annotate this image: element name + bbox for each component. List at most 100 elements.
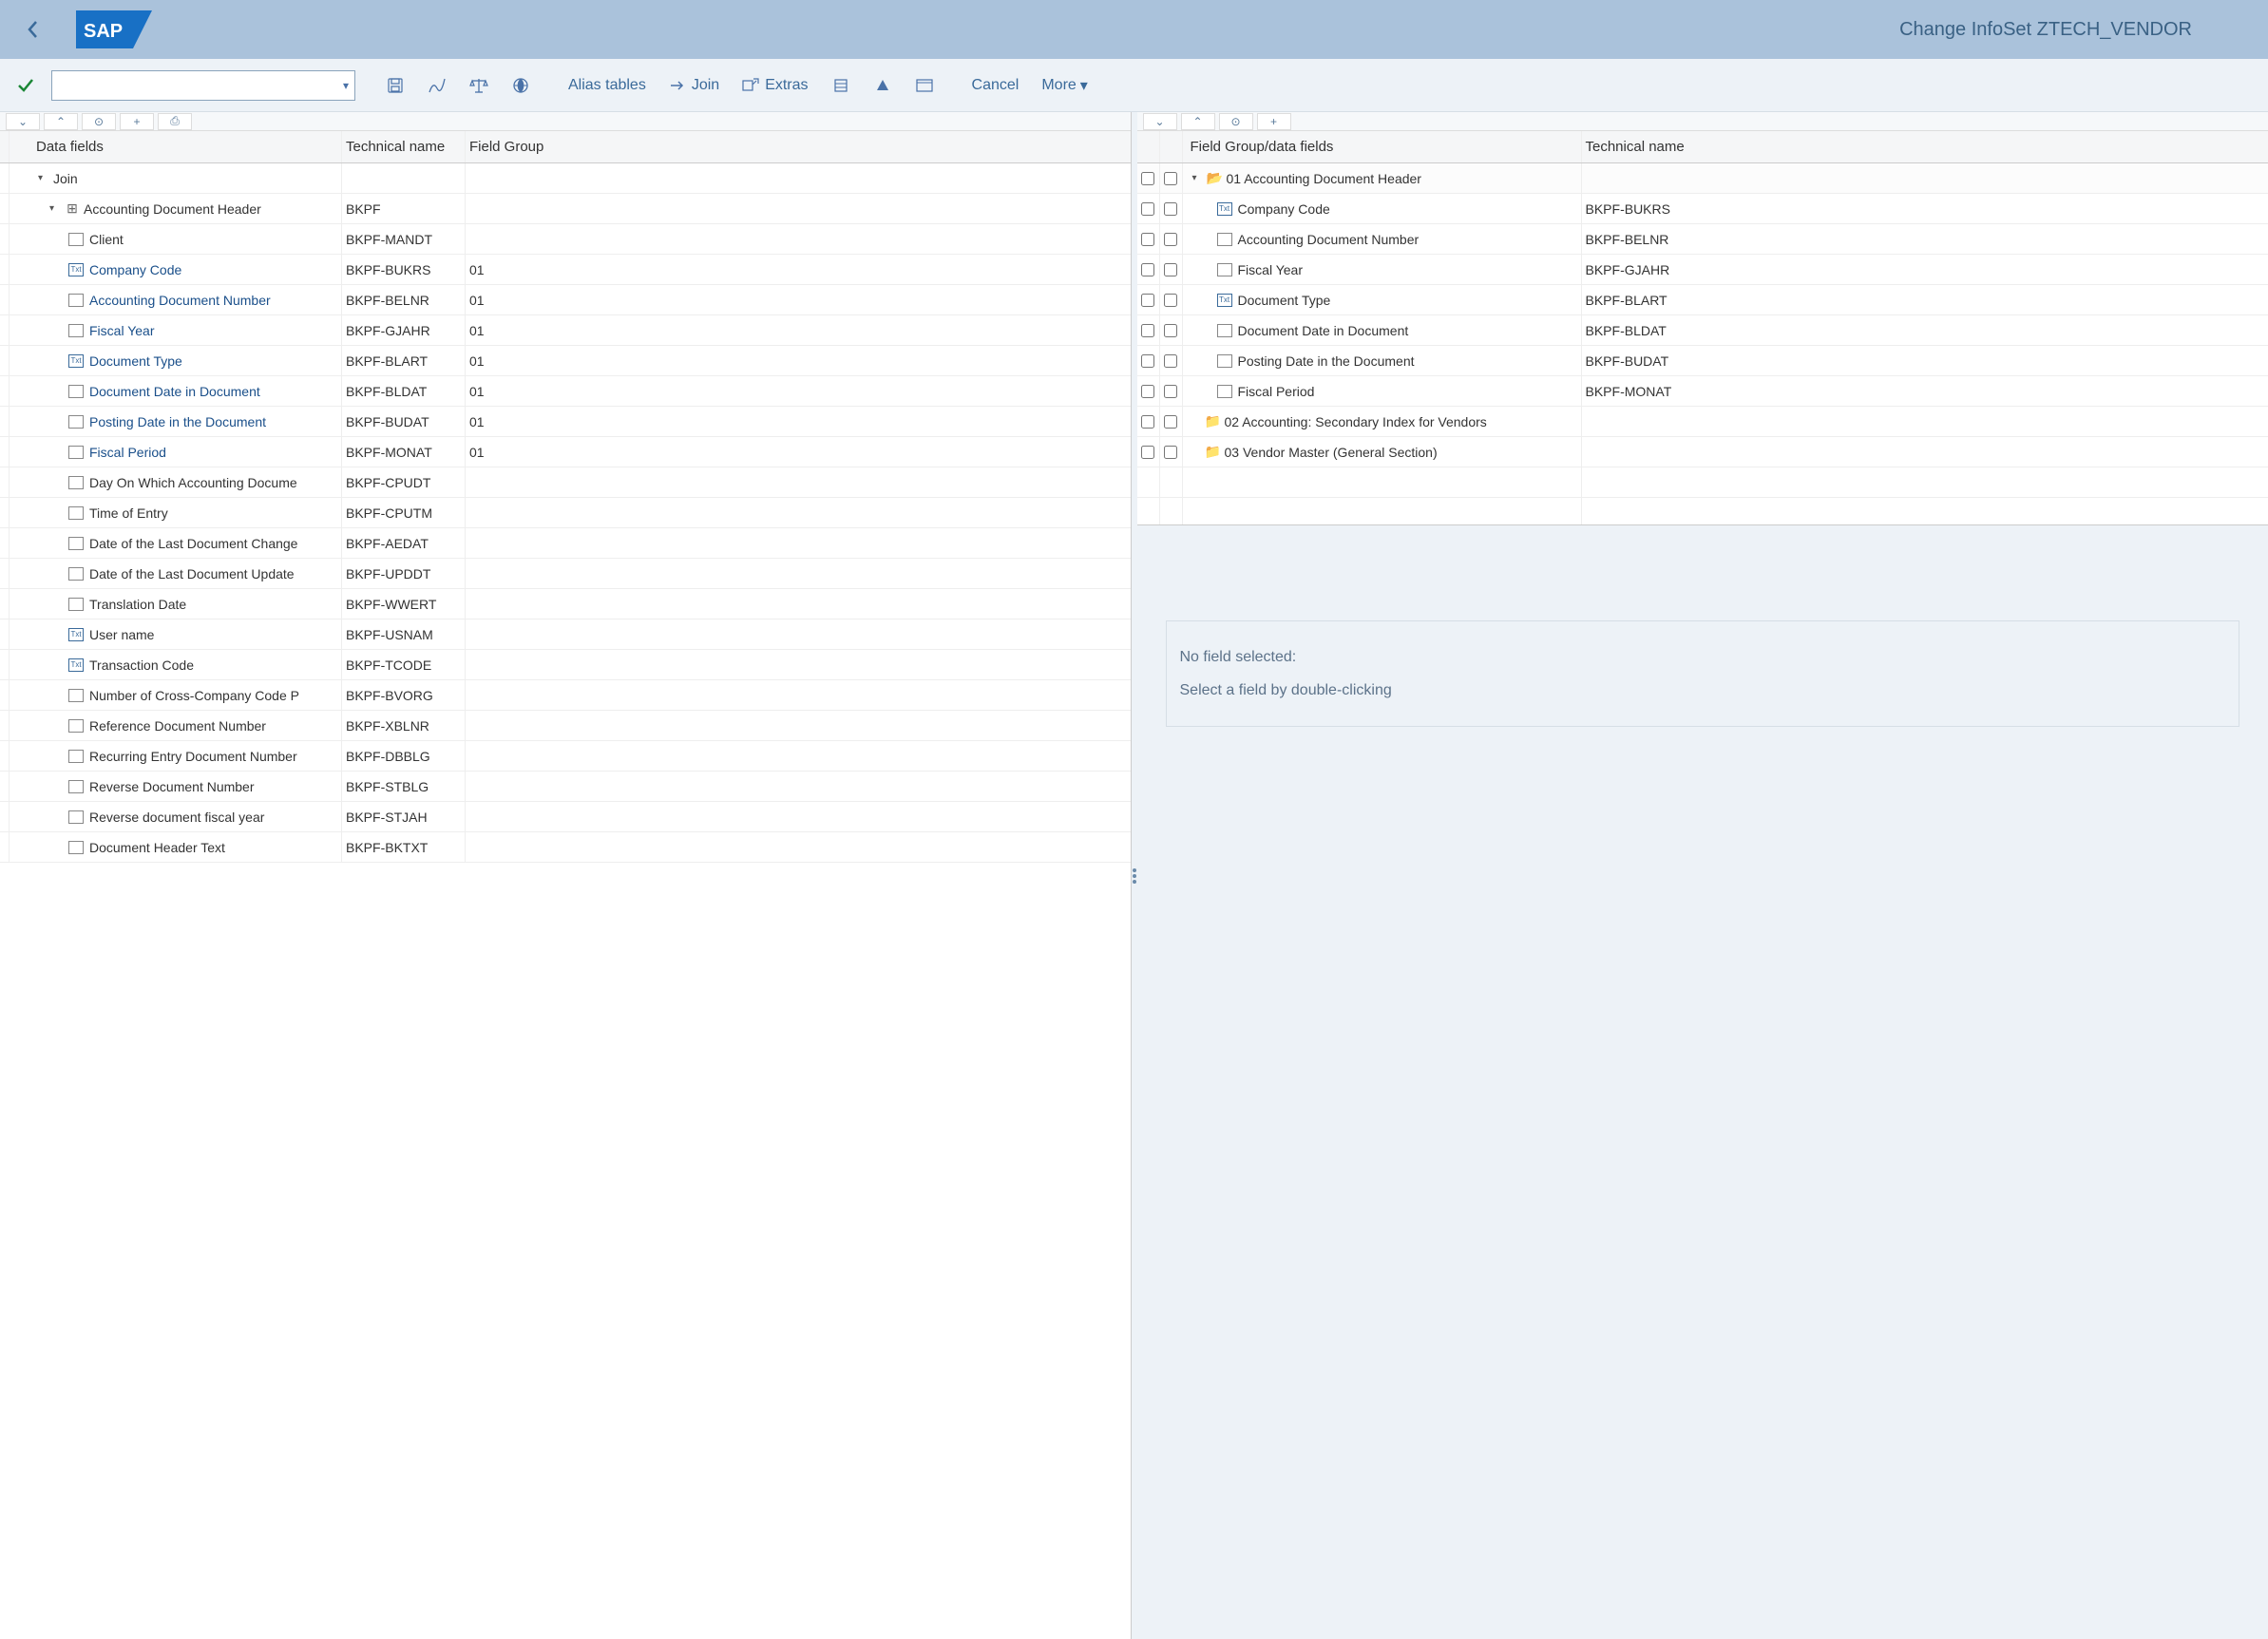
- field-row[interactable]: Reference Document NumberBKPF-XBLNR: [0, 711, 1131, 741]
- checkbox[interactable]: [1164, 172, 1177, 185]
- more-button[interactable]: More ▾: [1034, 76, 1095, 95]
- join-button[interactable]: Join: [661, 68, 727, 103]
- pt-btn[interactable]: +: [120, 113, 154, 130]
- field-row[interactable]: Document Date in DocumentBKPF-BLDAT: [1137, 315, 2268, 346]
- field-label[interactable]: Document Date in Document: [89, 384, 260, 399]
- field-row[interactable]: Reverse Document NumberBKPF-STBLG: [0, 772, 1131, 802]
- filter-icon[interactable]: [866, 68, 900, 103]
- field-row[interactable]: Document Date in DocumentBKPF-BLDAT01: [0, 376, 1131, 407]
- command-input[interactable]: [52, 71, 354, 100]
- tree-table-node[interactable]: ▾⊞Accounting Document Header BKPF: [0, 194, 1131, 224]
- checkbox[interactable]: [1164, 446, 1177, 459]
- field-row[interactable]: TxtDocument TypeBKPF-BLART: [1137, 285, 2268, 315]
- save-icon[interactable]: [378, 68, 412, 103]
- pt-btn[interactable]: ⊙: [1219, 113, 1253, 130]
- checkbox[interactable]: [1164, 385, 1177, 398]
- col-header-group[interactable]: Field Group: [466, 131, 1131, 162]
- field-row[interactable]: TxtUser nameBKPF-USNAM: [0, 619, 1131, 650]
- field-row[interactable]: Recurring Entry Document NumberBKPF-DBBL…: [0, 741, 1131, 772]
- checkbox[interactable]: [1141, 202, 1154, 216]
- checkbox[interactable]: [1164, 294, 1177, 307]
- checkbox[interactable]: [1141, 324, 1154, 337]
- checkbox[interactable]: [1164, 233, 1177, 246]
- checkbox[interactable]: [1164, 202, 1177, 216]
- field-row[interactable]: Fiscal YearBKPF-GJAHR: [1137, 255, 2268, 285]
- field-label[interactable]: Fiscal Period: [89, 445, 166, 460]
- field-row[interactable]: TxtTransaction CodeBKPF-TCODE: [0, 650, 1131, 680]
- command-field[interactable]: ▾: [51, 70, 355, 101]
- globe-icon[interactable]: [504, 68, 538, 103]
- checkbox[interactable]: [1141, 446, 1154, 459]
- pt-btn[interactable]: ⌃: [1181, 113, 1215, 130]
- field-row[interactable]: Day On Which Accounting DocumeBKPF-CPUDT: [0, 467, 1131, 498]
- field-row[interactable]: Document Header TextBKPF-BKTXT: [0, 832, 1131, 863]
- checkbox[interactable]: [1164, 415, 1177, 429]
- field-label[interactable]: Accounting Document Number: [89, 293, 271, 308]
- checkbox[interactable]: [1141, 263, 1154, 276]
- checkbox[interactable]: [1141, 385, 1154, 398]
- field-row[interactable]: Translation DateBKPF-WWERT: [0, 589, 1131, 619]
- pt-btn[interactable]: ⊙: [82, 113, 116, 130]
- pt-btn[interactable]: ⎙: [158, 113, 192, 130]
- field-row[interactable]: Number of Cross-Company Code PBKPF-BVORG: [0, 680, 1131, 711]
- check-icon[interactable]: [420, 68, 454, 103]
- field-row[interactable]: TxtCompany CodeBKPF-BUKRS: [1137, 194, 2268, 224]
- chevron-down-icon[interactable]: ▾: [343, 79, 349, 92]
- pt-btn[interactable]: +: [1257, 113, 1291, 130]
- col-header-tech[interactable]: Technical name: [1582, 131, 2268, 162]
- right-panel-toolbar: ⌄ ⌃ ⊙ +: [1137, 112, 2268, 131]
- chevron-down-icon[interactable]: ▾: [38, 173, 49, 183]
- field-row[interactable]: Date of the Last Document ChangeBKPF-AED…: [0, 528, 1131, 559]
- checkbox[interactable]: [1141, 294, 1154, 307]
- checkbox[interactable]: [1164, 354, 1177, 368]
- field-row[interactable]: Fiscal PeriodBKPF-MONAT: [1137, 376, 2268, 407]
- pt-btn[interactable]: ⌃: [44, 113, 78, 130]
- field-label[interactable]: Document Type: [89, 353, 182, 369]
- text-field-icon: Txt: [1217, 202, 1232, 216]
- field-label[interactable]: Fiscal Year: [89, 323, 154, 338]
- checkbox[interactable]: [1141, 172, 1154, 185]
- layout-icon[interactable]: [907, 68, 942, 103]
- group-node-closed[interactable]: 📁02 Accounting: Secondary Index for Vend…: [1137, 407, 2268, 437]
- col-header-fields[interactable]: Data fields: [10, 131, 342, 162]
- field-row[interactable]: Fiscal PeriodBKPF-MONAT01: [0, 437, 1131, 467]
- list-icon[interactable]: [824, 68, 858, 103]
- field-row[interactable]: Time of EntryBKPF-CPUTM: [0, 498, 1131, 528]
- checkbox[interactable]: [1141, 233, 1154, 246]
- field-row[interactable]: TxtCompany CodeBKPF-BUKRS01: [0, 255, 1131, 285]
- checkbox[interactable]: [1164, 263, 1177, 276]
- pt-btn[interactable]: ⌄: [6, 113, 40, 130]
- back-button[interactable]: [19, 15, 48, 44]
- group-node-closed[interactable]: 📁03 Vendor Master (General Section): [1137, 437, 2268, 467]
- field-row[interactable]: Fiscal YearBKPF-GJAHR01: [0, 315, 1131, 346]
- field-row[interactable]: ClientBKPF-MANDT: [0, 224, 1131, 255]
- confirm-button[interactable]: [13, 73, 38, 98]
- field-row[interactable]: Accounting Document NumberBKPF-BELNR01: [0, 285, 1131, 315]
- pt-btn[interactable]: ⌄: [1143, 113, 1177, 130]
- cancel-button[interactable]: Cancel: [964, 68, 1027, 103]
- col-header-fields[interactable]: Field Group/data fields: [1183, 131, 1582, 162]
- field-row[interactable]: Reverse document fiscal yearBKPF-STJAH: [0, 802, 1131, 832]
- field-group: [466, 832, 1131, 862]
- field-row[interactable]: Accounting Document NumberBKPF-BELNR: [1137, 224, 2268, 255]
- col-header-tech[interactable]: Technical name: [342, 131, 466, 162]
- extras-button[interactable]: Extras: [734, 68, 815, 103]
- field-row[interactable]: TxtDocument TypeBKPF-BLART01: [0, 346, 1131, 376]
- checkbox[interactable]: [1141, 415, 1154, 429]
- field-label[interactable]: Posting Date in the Document: [89, 414, 266, 429]
- field-row[interactable]: Posting Date in the DocumentBKPF-BUDAT01: [0, 407, 1131, 437]
- scales-icon[interactable]: [462, 68, 496, 103]
- tech-name: BKPF-BELNR: [342, 285, 466, 314]
- checkbox[interactable]: [1141, 354, 1154, 368]
- field-row[interactable]: Posting Date in the DocumentBKPF-BUDAT: [1137, 346, 2268, 376]
- group-node-open[interactable]: ▾📂01 Accounting Document Header: [1137, 163, 2268, 194]
- left-grid[interactable]: ▾Join ▾⊞Accounting Document Header BKPF …: [0, 163, 1131, 1639]
- field-row[interactable]: Date of the Last Document UpdateBKPF-UPD…: [0, 559, 1131, 589]
- chevron-down-icon[interactable]: ▾: [1192, 173, 1204, 183]
- checkbox[interactable]: [1164, 324, 1177, 337]
- tree-root[interactable]: ▾Join: [0, 163, 1131, 194]
- right-grid[interactable]: ▾📂01 Accounting Document Header TxtCompa…: [1137, 163, 2268, 524]
- field-label[interactable]: Company Code: [89, 262, 181, 277]
- alias-tables-button[interactable]: Alias tables: [561, 68, 654, 103]
- chevron-down-icon[interactable]: ▾: [49, 203, 61, 214]
